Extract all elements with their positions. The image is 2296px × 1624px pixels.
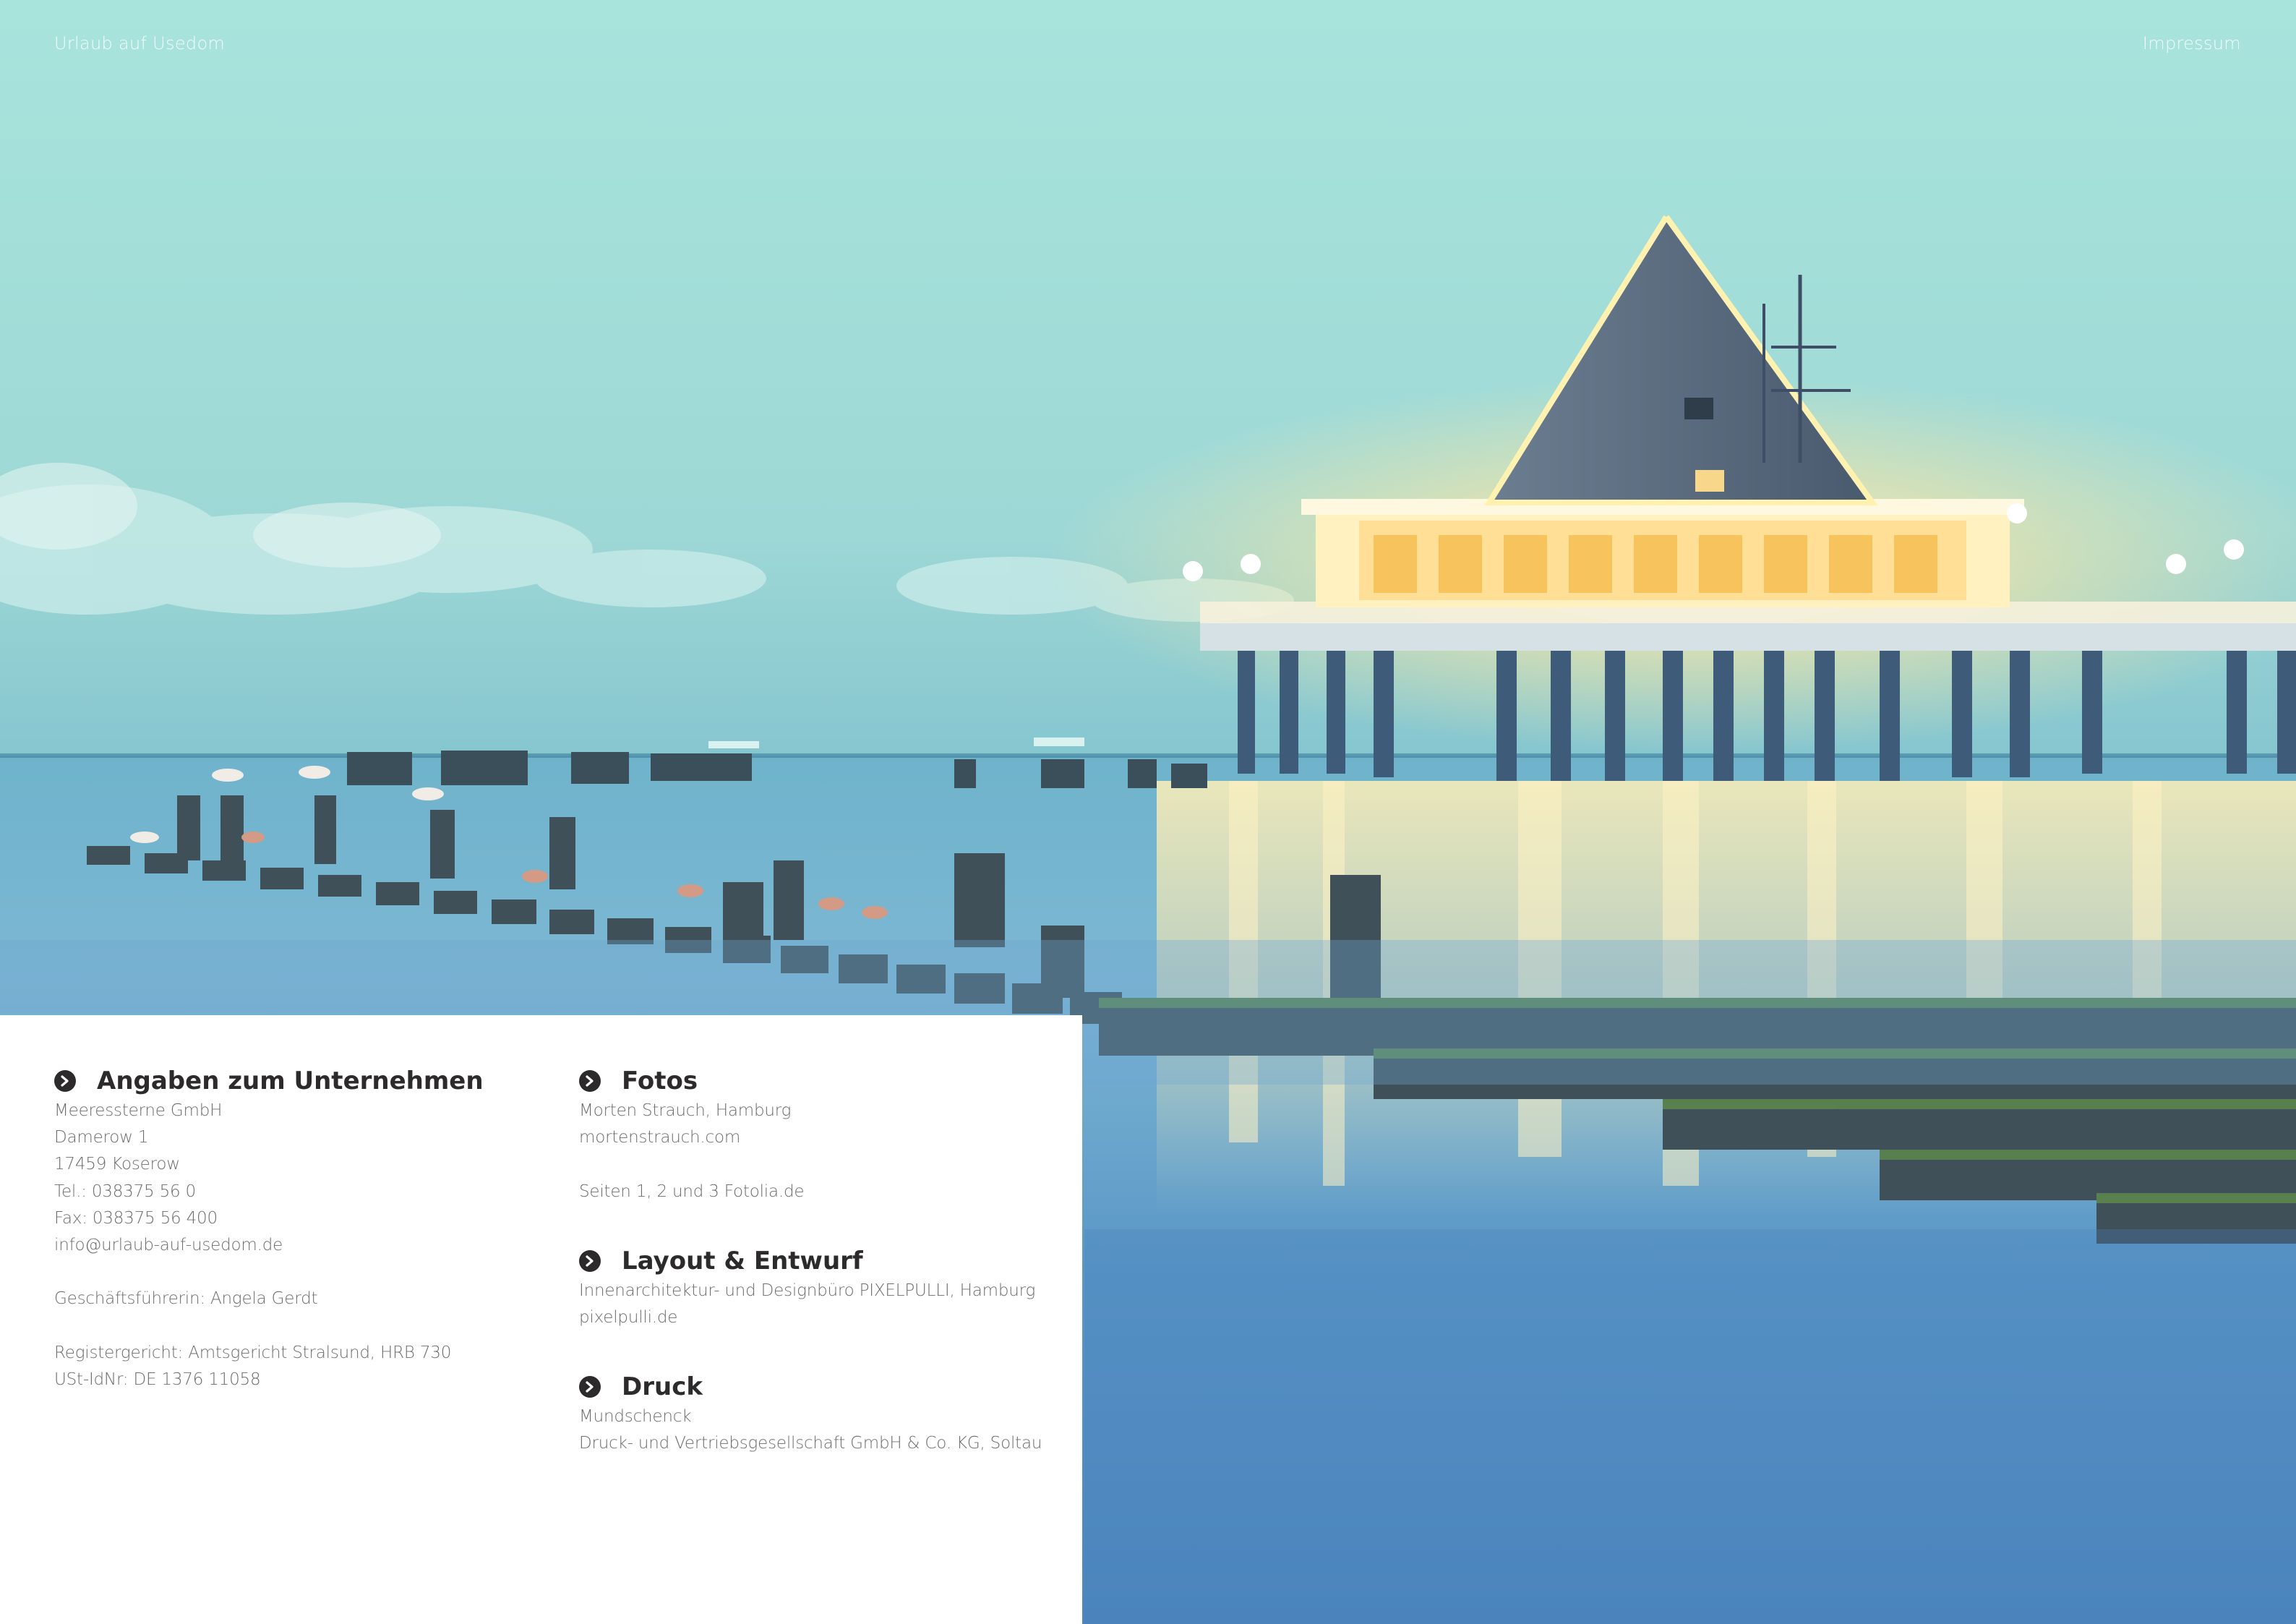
chevron-right-circle-icon xyxy=(579,1070,601,1092)
design-studio-name: Innenarchitektur- und Designbüro PIXELPU… xyxy=(579,1281,1036,1300)
section-heading: Fotos xyxy=(579,1064,1071,1098)
section-heading-label: Angaben zum Unternehmen xyxy=(97,1067,484,1095)
photographer-name: Morten Strauch, Hamburg xyxy=(579,1101,792,1120)
printer-name: Mundschenck xyxy=(579,1407,692,1427)
email-link[interactable]: info@urlaub-auf-usedom.de xyxy=(54,1232,517,1259)
section-photos: Fotos Morten Strauch, Hamburg mortenstra… xyxy=(579,1064,1071,1205)
phone-number: Tel.: 038375 56 0 xyxy=(54,1181,196,1201)
section-heading-label: Fotos xyxy=(622,1067,698,1095)
register-court: Registergericht: Amtsgericht Stralsund, … xyxy=(54,1343,452,1362)
managing-director: Geschäftsführerin: Angela Gerdt xyxy=(54,1289,318,1309)
vat-id: USt-IdNr: DE 1376 11058 xyxy=(54,1369,261,1389)
imprint-column-right: Fotos Morten Strauch, Hamburg mortenstra… xyxy=(579,1064,1071,1497)
section-heading: Layout & Entwurf xyxy=(579,1244,1071,1278)
postal-city: 17459 Koserow xyxy=(54,1155,180,1174)
section-lines: Innenarchitektur- und Designbüro PIXELPU… xyxy=(579,1278,1071,1331)
section-lines: Meeressterne GmbH Damerow 1 17459 Kosero… xyxy=(54,1098,517,1393)
section-heading-label: Layout & Entwurf xyxy=(622,1246,863,1275)
section-lines: Mundschenck Druck- und Vertriebsgesellsc… xyxy=(579,1403,1071,1457)
photographer-website-link[interactable]: mortenstrauch.com xyxy=(579,1124,1071,1151)
spacer-line xyxy=(579,1151,1071,1178)
spacer-line xyxy=(54,1313,517,1340)
company-name: Meeressterne GmbH xyxy=(54,1101,223,1120)
section-layout-design: Layout & Entwurf Innenarchitektur- und D… xyxy=(579,1244,1071,1331)
chevron-right-circle-icon xyxy=(54,1070,76,1092)
imprint-column-left: Angaben zum Unternehmen Meeressterne Gmb… xyxy=(54,1064,517,1432)
section-lines: Morten Strauch, Hamburg mortenstrauch.co… xyxy=(579,1098,1071,1205)
section-heading-label: Druck xyxy=(622,1372,703,1402)
section-heading: Angaben zum Unternehmen xyxy=(54,1064,517,1098)
stock-photo-credit: Seiten 1, 2 und 3 Fotolia.de xyxy=(579,1181,805,1201)
chevron-right-circle-icon xyxy=(579,1376,601,1398)
imprint-panel: Angaben zum Unternehmen Meeressterne Gmb… xyxy=(0,1015,1082,1624)
section-heading: Druck xyxy=(579,1370,1071,1403)
page-section-title: Impressum xyxy=(2142,33,2241,54)
section-company-details: Angaben zum Unternehmen Meeressterne Gmb… xyxy=(54,1064,517,1393)
printer-company: Druck- und Vertriebsgesellschaft GmbH & … xyxy=(579,1434,1042,1453)
spacer-line xyxy=(54,1259,517,1286)
section-print: Druck Mundschenck Druck- und Vertriebsge… xyxy=(579,1370,1071,1457)
design-studio-website-link[interactable]: pixelpulli.de xyxy=(579,1304,1071,1331)
brochure-title: Urlaub auf Usedom xyxy=(54,33,226,54)
street-address: Damerow 1 xyxy=(54,1128,149,1148)
chevron-right-circle-icon xyxy=(579,1249,601,1272)
fax-number: Fax: 038375 56 400 xyxy=(54,1208,218,1228)
